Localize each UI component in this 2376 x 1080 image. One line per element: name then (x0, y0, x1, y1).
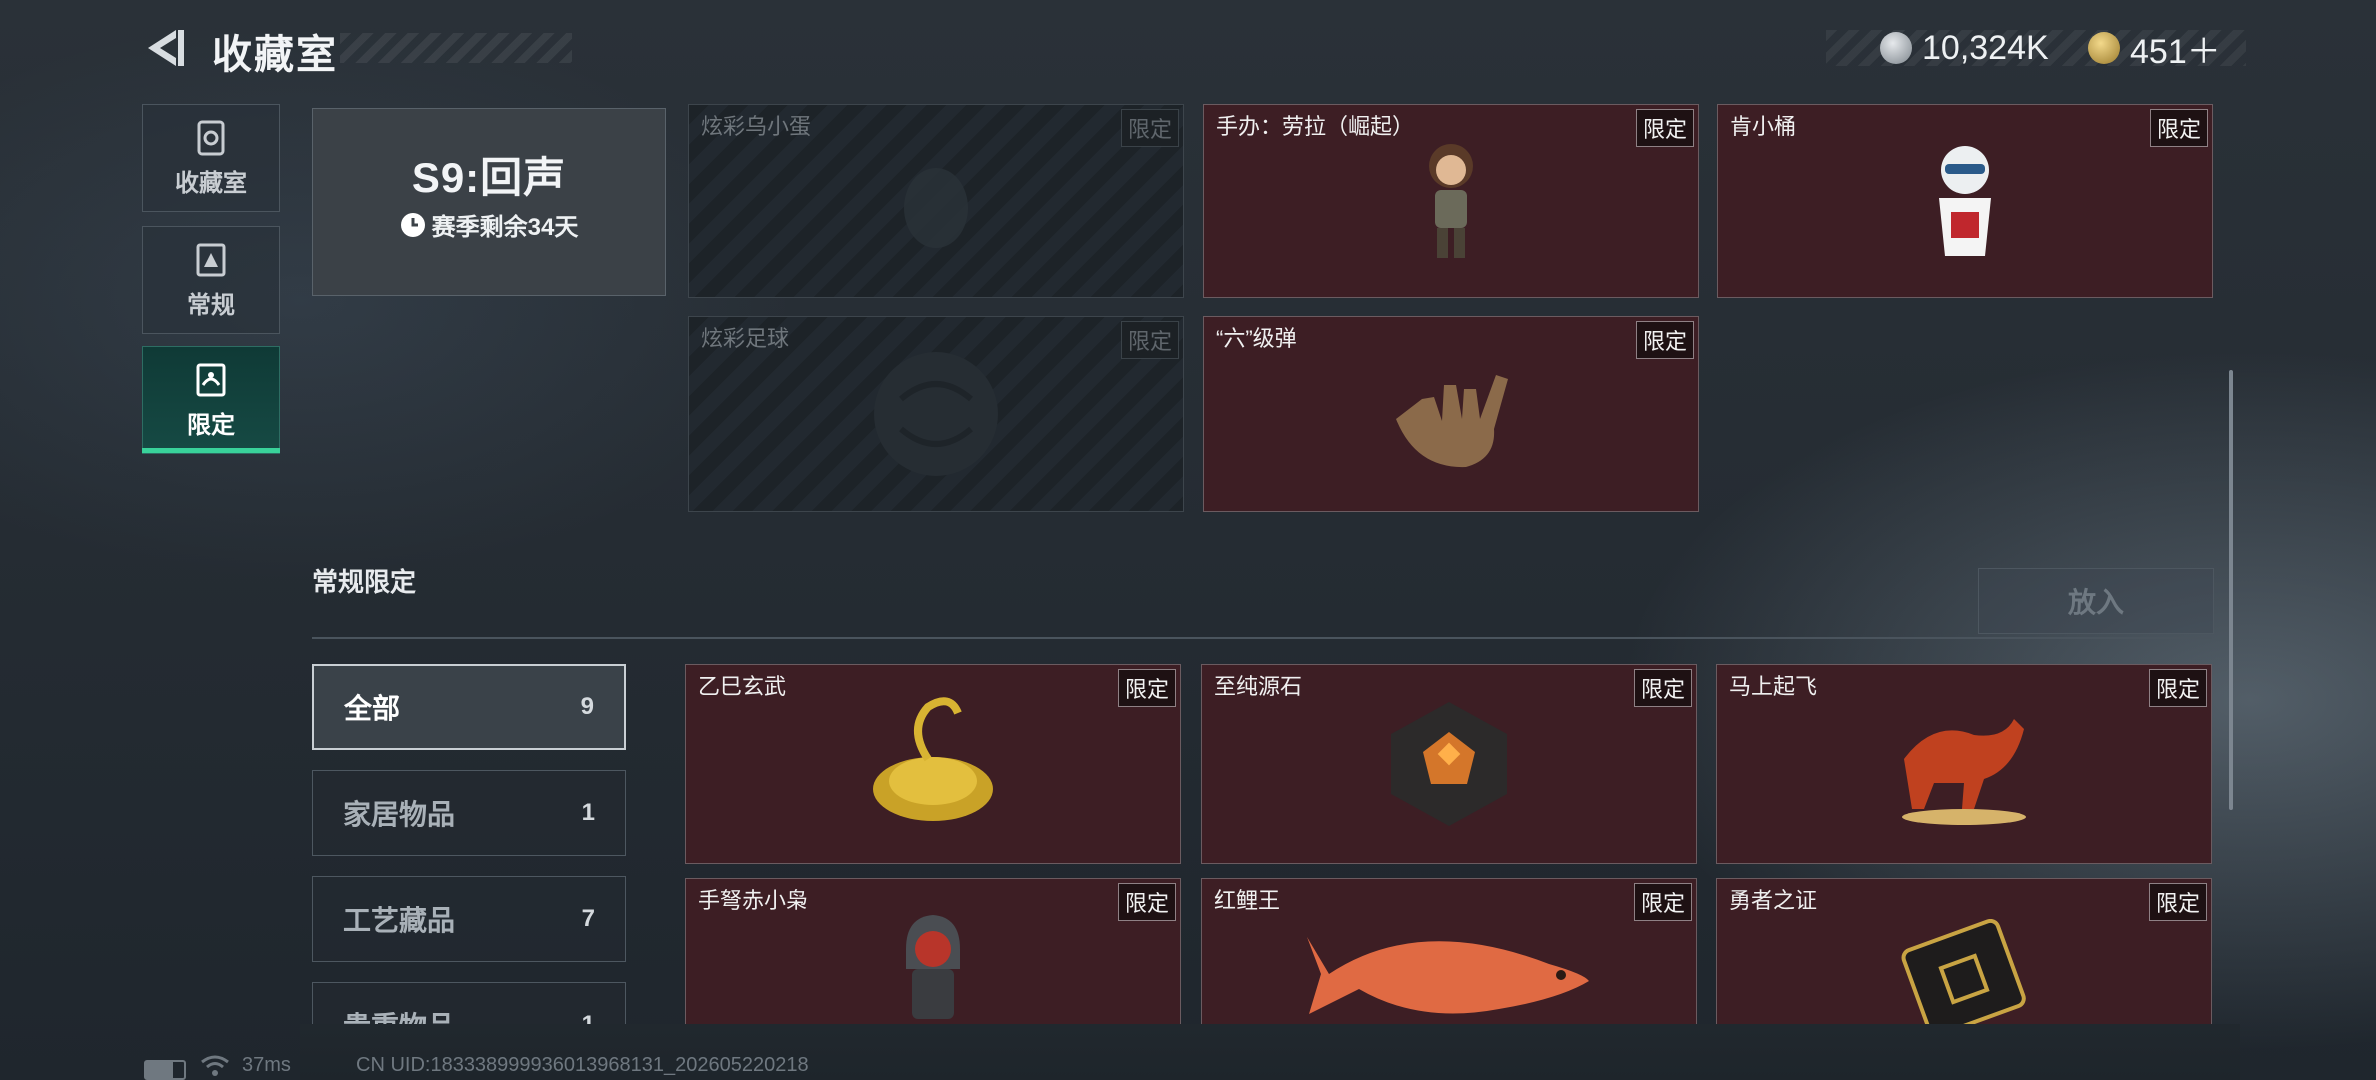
season-title: S9:回声 (411, 154, 567, 201)
egg-silhouette-icon (904, 168, 968, 248)
card-colorful-football[interactable]: 炫彩足球 限定 (688, 316, 1184, 512)
card-lara-figure[interactable]: 手办：劳拉（崛起） 限定 (1203, 104, 1699, 298)
bucket-figure-icon (1939, 146, 1991, 256)
card-name: 炫彩足球 (701, 326, 790, 351)
limited-tag: 限定 (1117, 669, 1176, 707)
filter-label: 工艺藏品 (343, 905, 456, 936)
season-remaining: 赛季剩余34天 (313, 207, 665, 242)
nav-regular[interactable]: 常规 (142, 226, 280, 334)
badge-card-icon (1901, 919, 2026, 1029)
bullet-hand-icon (1396, 375, 1508, 468)
limited-tag: 限定 (1635, 109, 1694, 147)
page-title: 收藏室 (212, 33, 338, 77)
filter-all[interactable]: 全部 9 (312, 664, 626, 750)
card-red-carp-king[interactable]: 红鲤王 限定 (1201, 878, 1697, 1030)
silver-amount: 10,324K (1922, 28, 2049, 67)
football-silhouette-icon (874, 352, 998, 476)
card-take-off-horse[interactable]: 马上起飞 限定 (1716, 664, 2212, 864)
figure-icon (1429, 144, 1473, 258)
limited-icon (196, 363, 226, 396)
battery-icon (144, 1060, 186, 1080)
regular-icon (196, 243, 226, 276)
back-button[interactable] (140, 24, 188, 72)
title-decoration (340, 33, 572, 63)
card-name: 红鲤王 (1214, 888, 1281, 913)
filter-label: 家居物品 (343, 799, 456, 830)
nav-regular-label: 常规 (187, 291, 235, 319)
wifi-icon (201, 1055, 229, 1076)
silver-currency: 10,324K (1880, 26, 2049, 70)
card-colorful-egg[interactable]: 炫彩乌小蛋 限定 (688, 104, 1184, 298)
card-level-six-bullet[interactable]: “六”级弹 限定 (1203, 316, 1699, 512)
card-name: 勇者之证 (1729, 888, 1818, 913)
back-arrow-icon (148, 30, 184, 66)
card-brave-badge[interactable]: 勇者之证 限定 (1716, 878, 2212, 1030)
season-remaining-text: 赛季剩余34天 (431, 214, 579, 241)
scrollbar[interactable] (2229, 370, 2233, 810)
gold-coin-icon (2088, 32, 2120, 64)
horse-icon (1902, 719, 2026, 825)
collection-icon (197, 120, 225, 155)
nav-active-indicator (142, 448, 280, 453)
hooded-figure-icon (906, 915, 960, 1019)
card-pure-origin-stone[interactable]: 至纯源石 限定 (1201, 664, 1697, 864)
limited-tag: 限定 (1635, 321, 1694, 359)
carp-art (1202, 919, 1696, 1029)
limited-tag: 限定 (1120, 109, 1179, 147)
section-divider (312, 637, 2212, 639)
section-title: 常规限定 (312, 567, 417, 597)
silver-coin-icon (1880, 32, 1912, 64)
card-name: “六”级弹 (1216, 326, 1297, 351)
nav-collection[interactable]: 收藏室 (142, 104, 280, 212)
card-name: 炫彩乌小蛋 (701, 114, 812, 139)
filter-label: 全部 (344, 693, 401, 724)
card-name: 马上起飞 (1729, 674, 1818, 699)
limited-tag: 限定 (2149, 109, 2208, 147)
owl-art (686, 909, 1180, 1029)
filter-craft[interactable]: 工艺藏品 7 (312, 876, 626, 962)
badge-art (1717, 919, 2211, 1029)
card-name: 手弩赤小枭 (698, 888, 809, 913)
card-name: 至纯源石 (1214, 674, 1303, 699)
limited-tag: 限定 (1117, 883, 1176, 921)
filter-count: 1 (581, 799, 595, 826)
nav-collection-label: 收藏室 (175, 169, 247, 197)
filter-household[interactable]: 家居物品 1 (312, 770, 626, 856)
season-card: S9:回声 赛季剩余34天 (312, 108, 666, 296)
crystal-icon (1391, 702, 1507, 826)
card-name: 肯小桶 (1730, 114, 1797, 139)
card-ken-bucket[interactable]: 肯小桶 限定 (1717, 104, 2213, 298)
limited-tag: 限定 (2148, 669, 2207, 707)
limited-tag: 限定 (1633, 669, 1692, 707)
gold-currency[interactable]: 451＋ (2088, 26, 2221, 71)
put-in-button[interactable]: 放入 (1978, 568, 2214, 634)
gold-amount: 451＋ (2130, 32, 2221, 71)
limited-tag: 限定 (1120, 321, 1179, 359)
carp-icon (1307, 937, 1589, 1014)
filter-count: 7 (581, 905, 595, 932)
nav-limited[interactable]: 限定 (142, 346, 280, 454)
limited-tag: 限定 (2148, 883, 2207, 921)
ping-text: 37ms (242, 1054, 291, 1076)
gold-tortoise-icon (873, 697, 993, 821)
card-name: 乙巳玄武 (698, 674, 787, 699)
limited-tag: 限定 (1633, 883, 1692, 921)
card-yisi-xuanwu[interactable]: 乙巳玄武 限定 (685, 664, 1181, 864)
card-crossbow-owl[interactable]: 手弩赤小枭 限定 (685, 878, 1181, 1030)
uid-text: CN UID:18333899993601396813​1_2026052202… (356, 1054, 809, 1076)
filter-count: 9 (580, 693, 594, 720)
card-name: 手办：劳拉（崛起） (1216, 114, 1415, 139)
nav-limited-label: 限定 (187, 411, 235, 439)
clock-icon (400, 212, 425, 237)
